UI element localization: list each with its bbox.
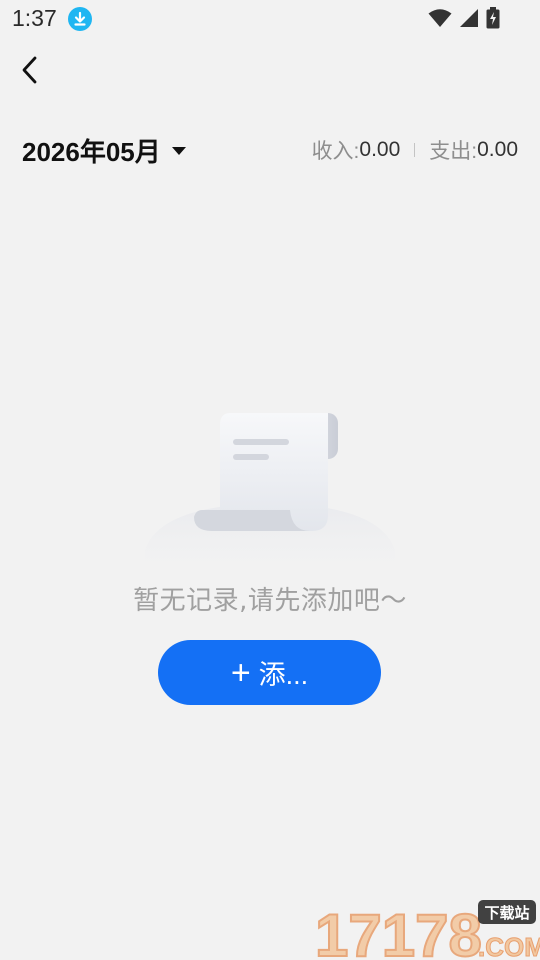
status-bar: 1:37 <box>0 0 540 38</box>
site-watermark-logo: 17178 下载站 .COM <box>314 900 540 960</box>
income-label: 收入: <box>311 140 360 163</box>
back-button[interactable] <box>10 50 50 90</box>
summary-divider <box>414 143 416 157</box>
watermark-number: 17178 <box>315 902 482 960</box>
month-selector[interactable]: 2026年05月 <box>22 132 186 168</box>
add-record-button[interactable]: + 添... <box>158 640 381 705</box>
screen: 1:37 2026年05月 收入: 0.00 支出: 0.00 暂无记录,请先添… <box>0 0 540 960</box>
watermark-suffix: .COM <box>478 932 540 960</box>
watermark-tag: 下载站 <box>484 904 529 922</box>
expense-value: 0.00 <box>477 138 518 161</box>
month-summary: 收入: 0.00 支出: 0.00 <box>312 136 518 164</box>
download-icon <box>68 7 92 31</box>
plus-icon: + <box>230 653 251 692</box>
income-value: 0.00 <box>359 138 401 161</box>
chevron-left-icon <box>22 56 37 84</box>
caret-down-icon <box>171 147 186 155</box>
empty-message: 暂无记录,请先添加吧～ <box>133 586 407 616</box>
status-time: 1:37 <box>12 5 57 31</box>
battery-icon <box>486 7 500 29</box>
expense-label: 支出: <box>429 140 478 163</box>
add-button-label: 添... <box>258 660 309 690</box>
month-label: 2026年05月 <box>22 136 161 167</box>
status-icons <box>428 7 500 29</box>
wifi-icon <box>428 9 452 27</box>
cell-signal-icon <box>460 9 478 27</box>
empty-receipt-illustration <box>145 413 395 580</box>
